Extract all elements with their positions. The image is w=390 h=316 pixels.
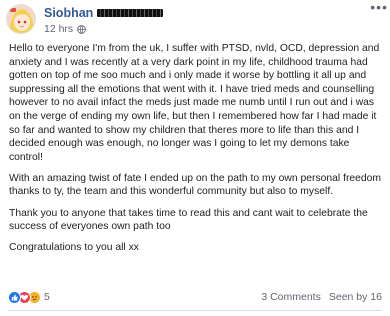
like-icon: [8, 290, 21, 304]
seen-by-count[interactable]: Seen by 16: [329, 291, 382, 303]
post-body: Hello to everyone I'm from the uk, I suf…: [9, 42, 381, 262]
footer-divider: [8, 310, 382, 311]
post-footer: 5 3 Comments Seen by 16: [8, 288, 382, 306]
reactions-summary[interactable]: 5: [8, 290, 50, 304]
post-header: Siobhan 12 hrs: [6, 4, 382, 40]
author-name[interactable]: Siobhan: [44, 6, 93, 20]
redacted-surname: [97, 9, 164, 17]
author-avatar[interactable]: [6, 4, 36, 34]
post-paragraph: Congratulations to you all xx: [9, 242, 139, 254]
comments-count-link[interactable]: 3 Comments: [261, 291, 321, 303]
more-options-icon[interactable]: •••: [370, 0, 388, 14]
facebook-post: Siobhan 12 hrs ••• Hello to everyone I'm…: [0, 0, 390, 316]
post-paragraph: Thank you to anyone that takes time to r…: [9, 207, 368, 233]
post-timestamp[interactable]: 12 hrs: [44, 23, 73, 35]
globe-icon: [77, 24, 87, 34]
post-paragraph: With an amazing twist of fate I ended up…: [9, 172, 382, 198]
reaction-count: 5: [44, 291, 50, 303]
post-paragraph: Hello to everyone I'm from the uk, I suf…: [9, 43, 380, 163]
